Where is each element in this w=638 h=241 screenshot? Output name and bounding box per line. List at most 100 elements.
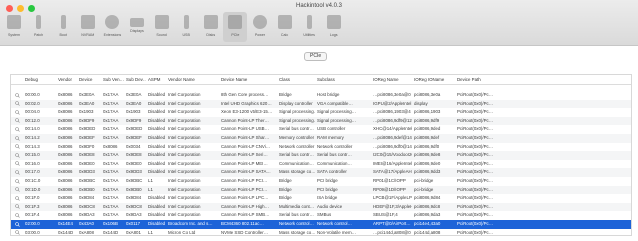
column-header[interactable]: Sub Ven… (103, 75, 124, 84)
table-cell: pci8086,9d84 (414, 195, 441, 201)
magnifier-icon[interactable] (15, 178, 20, 184)
magnifier-icon[interactable] (15, 118, 20, 124)
tools-icon (306, 15, 312, 29)
table-cell: pci8086,9da3 (414, 212, 441, 218)
magnifier-icon[interactable] (15, 152, 20, 158)
table-row[interactable]: 00:14.2 0x8086 0x9DEF 0x17AA 0x9DEF Disabled I… (11, 134, 631, 143)
column-header[interactable]: Sub Dev… (126, 75, 146, 84)
table-cell: Disabled (148, 221, 166, 226)
column-header[interactable]: Device (79, 75, 101, 84)
magnifier-icon[interactable] (15, 221, 20, 227)
magnifier-icon[interactable] (15, 127, 20, 132)
magnifier-icon[interactable] (15, 109, 20, 115)
column-header[interactable]: ASPM (148, 75, 166, 84)
pcie-segment-button[interactable]: PCIe (304, 52, 328, 61)
table-cell: 0x3E0A (79, 92, 95, 97)
app-window: Hackintool v4.0.3 System Patch Boot NVRAM Ex… (0, 0, 638, 241)
toolbar-item-utilities[interactable]: Utilities (297, 12, 321, 42)
table-cell: pci8086,9dc8 (414, 203, 441, 209)
toolbar-item-system[interactable]: System (2, 12, 26, 42)
table-row[interactable]: 00:1C.0 0x8086 0x9DBC 0x17AA 0x9DBC L1 Intel C… (11, 177, 631, 186)
table-cell: PciRoot(0x0)/Pc… (457, 109, 494, 115)
toolbar-item-pcie[interactable]: PCIe (223, 12, 248, 42)
table-cell: pci8086,9dd3 (414, 169, 441, 175)
toolbar-item-extensions[interactable]: Extensions (100, 12, 124, 42)
magnifier-icon[interactable] (15, 101, 20, 106)
table-cell: 8th Gen Core process… (221, 92, 269, 97)
toolbar-item-disks[interactable]: Disks (199, 12, 223, 42)
table-row[interactable]: 00:02.0 0x8086 0x3EA0 0x17AA 0x3EA0 Disabled I… (11, 99, 631, 109)
magnifier-icon[interactable] (15, 161, 20, 167)
table-cell: 0x9DF0 (79, 143, 95, 149)
table-row[interactable]: 00:14.3 0x8086 0x9DF0 0x8086 0x0034 Disabled I… (11, 143, 631, 152)
magnifier-icon[interactable] (15, 135, 20, 141)
table-row[interactable]: 00:14.0 0x8086 0x9DED 0x17AA 0x9DED Disabled I… (11, 125, 631, 134)
magnifier-icon[interactable] (15, 230, 20, 235)
table-cell: PciRoot(0x0)/Pc… (457, 126, 494, 132)
column-header[interactable]: IOReg IOName (414, 75, 455, 84)
toolbar-item-power[interactable]: Power (248, 12, 272, 42)
toolbar-item-boot[interactable]: Boot (51, 12, 75, 42)
table-cell: pci8086,9def (414, 135, 440, 140)
table-cell: XHC@14/AppleIntel… (373, 126, 412, 132)
table-row[interactable]: 00:1D.0 0x8086 0x9DB0 0x17AA 0x9DB0 L1 Intel C… (11, 185, 631, 195)
table-cell: Disabled (148, 126, 166, 132)
table-row[interactable]: 00:17.0 0x8086 0x9DD3 0x17AA 0x9DD3 Disabled I… (11, 168, 631, 177)
table-cell: 0x1903 (79, 109, 94, 115)
table-cell: 0x8086 (58, 100, 73, 106)
toolbar-item-displays[interactable]: Displays (125, 12, 149, 42)
table-row[interactable]: 00:16.0 0x8086 0x9DE0 0x17AA 0x9DE0 Disabled I… (11, 160, 631, 169)
table-row[interactable]: 03:00.0 0x144D 0xA808 0x144D 0xA801 L1 Micron … (11, 229, 631, 235)
table-cell: display (414, 100, 428, 106)
pcie-device-table[interactable]: Debug Vendor Device Sub Ven… Sub Dev… ASPM Ven… (10, 74, 632, 236)
table-cell: RP09@1D/IOPP (373, 186, 406, 192)
table-row[interactable]: 02:00.0 0x14E4 0x43A0 0x106B 0x0117 Disabled B… (11, 220, 631, 229)
table-cell: PCI bridge (317, 178, 338, 183)
table-cell: PciRoot(0x0)/Pc… (457, 169, 494, 175)
magnifier-icon[interactable] (15, 204, 20, 210)
magnifier-icon[interactable] (15, 144, 20, 149)
toolbar-item-usb[interactable]: USB (174, 12, 198, 42)
column-header[interactable]: Device Path (457, 75, 629, 84)
table-cell: Intel Corporation (168, 92, 201, 97)
table-row[interactable]: 00:12.0 0x8086 0x9DF9 0x17AA 0x9DF9 Disabled I… (11, 116, 631, 126)
table-cell: 00:14.3 (25, 143, 40, 149)
table-cell: Cannon Point-LP Ther… (221, 117, 269, 123)
magnifier-icon[interactable] (15, 195, 20, 201)
table-row[interactable]: 00:1F.4 0x8086 0x9DA3 0x17AA 0x9DA3 Disabled I… (11, 211, 631, 220)
column-header[interactable]: Vendor (58, 75, 77, 84)
table-cell: 0x9DF9 (126, 117, 142, 123)
table-row[interactable]: 00:00.0 0x8086 0x3E0A 0x17AA 0x3E0A Disabled I… (11, 91, 631, 100)
magnifier-icon[interactable] (15, 187, 20, 192)
toolbar-item-logs[interactable]: Logs (322, 12, 346, 42)
table-row[interactable]: 00:15.0 0x8086 0x9DE8 0x17AA 0x9DE8 Disabled I… (11, 151, 631, 160)
column-header[interactable]: Subclass (317, 75, 371, 84)
table-cell: 0x8086 (58, 169, 73, 175)
toolbar-item-patch[interactable]: Patch (27, 12, 51, 42)
table-cell: Cannon Point-LP High… (221, 203, 270, 209)
magnifier-icon[interactable] (15, 213, 20, 218)
toolbar-item-calc[interactable]: Calc (273, 12, 297, 42)
table-cell: 0x144D (58, 229, 74, 235)
column-header[interactable]: Class (279, 75, 315, 84)
table-cell: Disabled (148, 195, 166, 201)
table-cell: PciRoot(0x0)/Pc… (457, 203, 494, 209)
magnifier-icon[interactable] (15, 170, 20, 175)
calculator-icon (277, 15, 292, 29)
boot-icon (60, 15, 66, 29)
toolbar-item-sound[interactable]: Sound (150, 12, 174, 42)
column-header[interactable]: Vendor Name (168, 75, 219, 84)
table-cell: 0x17AA (103, 212, 119, 218)
table-row[interactable]: 00:1F.0 0x8086 0x9D84 0x17AA 0x9D84 Disabled I… (11, 194, 631, 203)
table-cell: 0x17AA (103, 169, 119, 175)
log-icon (326, 15, 341, 29)
toolbar-item-nvram[interactable]: NVRAM (76, 12, 100, 42)
column-header[interactable]: Debug (25, 75, 56, 84)
magnifier-icon[interactable] (15, 92, 20, 98)
table-cell: 0x8086 (58, 92, 73, 97)
column-header[interactable]: Device Name (221, 75, 277, 84)
table-row[interactable]: 00:04.0 0x8086 0x1903 0x17AA 0x1903 Disabled I… (11, 108, 631, 117)
table-row[interactable]: 00:1F.3 0x8086 0x9DC8 0x17AA 0x9DC8 Disabled I… (11, 202, 631, 212)
table-cell: Intel Corporation (168, 178, 201, 183)
column-header[interactable]: IOReg Name (373, 75, 412, 84)
